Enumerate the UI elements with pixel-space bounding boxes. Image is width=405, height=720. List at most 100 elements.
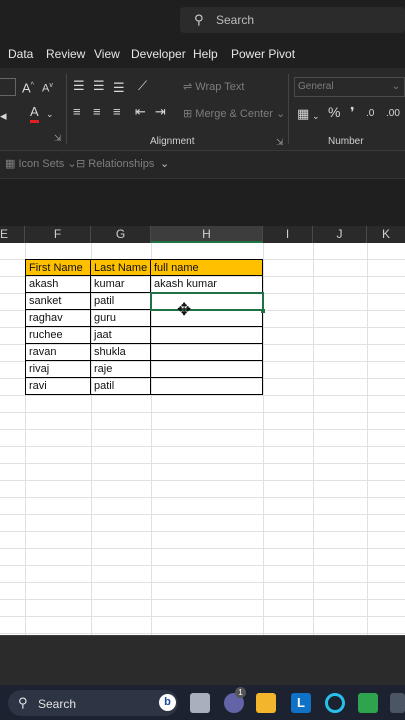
chevron-down-icon[interactable]: ⌄ — [46, 106, 54, 122]
cell-full-name[interactable] — [151, 310, 263, 327]
increase-indent-icon[interactable]: ⇥ — [155, 104, 166, 120]
app-icon[interactable] — [390, 693, 405, 713]
column-header-e[interactable]: E — [0, 226, 25, 243]
column-header-f[interactable]: F — [25, 226, 91, 243]
number-format-select[interactable]: General ⌄ — [294, 77, 405, 97]
cell-last-name[interactable]: patil — [91, 378, 151, 395]
chevron-down-icon[interactable]: ⌄ — [312, 108, 320, 124]
group-number-label: Number — [328, 136, 364, 147]
font-launcher-icon[interactable]: ⇲ — [54, 130, 62, 146]
relationships-label: Relationships — [88, 158, 155, 170]
align-bottom-icon[interactable]: ☰ — [113, 80, 125, 96]
spreadsheet-grid[interactable]: First Name Last Name full name akash kum… — [0, 243, 405, 635]
menu-review[interactable]: Review — [46, 47, 85, 61]
task-view-icon[interactable] — [190, 693, 210, 713]
cell-first-name[interactable]: ruchee — [25, 327, 91, 344]
gridline — [0, 463, 405, 464]
formula-area — [0, 178, 405, 226]
cell-first-name[interactable]: ravi — [25, 378, 91, 395]
cell-full-name[interactable]: akash kumar — [151, 276, 263, 293]
notification-badge: 1 — [235, 687, 246, 698]
column-header-j[interactable]: J — [313, 226, 367, 243]
fill-handle[interactable] — [261, 309, 265, 313]
decrease-indent-icon[interactable]: ⇤ — [135, 104, 146, 120]
icon-sets-button[interactable]: ▦ Icon Sets ⌄ — [5, 157, 77, 170]
cell-last-name[interactable]: patil — [91, 293, 151, 310]
wrap-text-button[interactable]: ⇌ Wrap Text — [183, 80, 244, 93]
cell-full-name[interactable] — [151, 378, 263, 395]
active-cell-border[interactable] — [150, 292, 264, 311]
cortana-icon[interactable] — [325, 693, 345, 713]
gridline — [313, 243, 314, 635]
file-explorer-icon[interactable] — [256, 693, 276, 713]
store-icon[interactable] — [358, 693, 378, 713]
font-size-dropdown[interactable] — [0, 78, 16, 96]
align-top-icon[interactable]: ☰ — [73, 78, 85, 94]
menu-help[interactable]: Help — [193, 47, 218, 61]
search-icon: ⚲ — [194, 12, 204, 27]
chevron-down-icon: ⌄ — [391, 81, 400, 92]
column-header-g[interactable]: G — [91, 226, 151, 243]
cell-h-header[interactable]: full name — [151, 259, 263, 276]
customize-ribbon-icon[interactable]: ⌄ — [160, 157, 169, 170]
separator — [288, 74, 289, 144]
font-color-icon[interactable]: A — [30, 104, 39, 123]
relationships-button[interactable]: ⊟ Relationships — [76, 157, 154, 170]
decrease-font-icon[interactable]: Av — [42, 78, 53, 97]
ribbon-secondary-row: ▦ Icon Sets ⌄ ⊟ Relationships ⌄ — [0, 150, 405, 178]
search-placeholder: Search — [216, 13, 255, 27]
gridline — [0, 548, 405, 549]
cell-full-name[interactable] — [151, 344, 263, 361]
fill-color-icon[interactable]: ◂ — [0, 108, 7, 124]
app-l-icon[interactable]: L — [291, 693, 311, 713]
align-middle-icon[interactable]: ☰ — [93, 78, 105, 94]
taskbar: ⚲ Search b 1 L — [0, 685, 405, 720]
gridline — [0, 531, 405, 532]
gridline — [0, 582, 405, 583]
align-right-icon[interactable]: ≡ — [113, 104, 121, 120]
comma-style-icon[interactable]: ❜ — [350, 104, 355, 120]
menu-developer[interactable]: Developer — [131, 47, 186, 61]
cell-first-name[interactable]: raghav — [25, 310, 91, 327]
cell-first-name[interactable]: akash — [25, 276, 91, 293]
gridline — [367, 243, 368, 635]
bing-icon[interactable]: b — [159, 694, 176, 711]
accounting-format-icon[interactable]: ▦ — [297, 106, 309, 122]
gridline — [0, 514, 405, 515]
menu-bar: Data Review View Developer Help Power Pi… — [0, 40, 405, 68]
search-box[interactable]: ⚲ Search — [180, 7, 405, 33]
cell-f-header[interactable]: First Name — [25, 259, 91, 276]
cell-last-name[interactable]: guru — [91, 310, 151, 327]
cell-last-name[interactable]: raje — [91, 361, 151, 378]
cell-last-name[interactable]: kumar — [91, 276, 151, 293]
column-header-h[interactable]: H — [151, 226, 263, 243]
menu-power-pivot[interactable]: Power Pivot — [231, 47, 295, 61]
cell-last-name[interactable]: shukla — [91, 344, 151, 361]
align-center-icon[interactable]: ≡ — [93, 104, 101, 120]
cell-first-name[interactable]: sanket — [25, 293, 91, 310]
taskbar-search[interactable]: ⚲ Search b — [8, 690, 178, 716]
cell-first-name[interactable]: rivaj — [25, 361, 91, 378]
decrease-decimal-icon[interactable]: .00 — [386, 106, 400, 122]
merge-center-label: Merge & Center — [195, 108, 273, 120]
cell-last-name[interactable]: jaat — [91, 327, 151, 344]
alignment-launcher-icon[interactable]: ⇲ — [276, 134, 284, 150]
merge-center-button[interactable]: ⊞ Merge & Center ⌄ — [183, 107, 285, 120]
cell-g-header[interactable]: Last Name — [91, 259, 151, 276]
align-left-icon[interactable]: ≡ — [73, 104, 81, 120]
column-header-i[interactable]: I — [263, 226, 313, 243]
percent-style-icon[interactable]: % — [328, 104, 340, 120]
taskbar-search-label: Search — [38, 697, 77, 711]
increase-decimal-icon[interactable]: .0 — [366, 106, 374, 122]
column-header-k[interactable]: K — [367, 226, 405, 243]
cell-full-name[interactable] — [151, 327, 263, 344]
cell-first-name[interactable]: ravan — [25, 344, 91, 361]
menu-data[interactable]: Data — [8, 47, 33, 61]
gridline — [0, 480, 405, 481]
menu-view[interactable]: View — [94, 47, 120, 61]
gridline — [0, 446, 405, 447]
cell-full-name[interactable] — [151, 361, 263, 378]
increase-font-icon[interactable]: A^ — [22, 78, 34, 96]
teams-icon[interactable]: 1 — [224, 687, 246, 713]
orientation-icon[interactable]: ⟋ — [138, 78, 147, 94]
